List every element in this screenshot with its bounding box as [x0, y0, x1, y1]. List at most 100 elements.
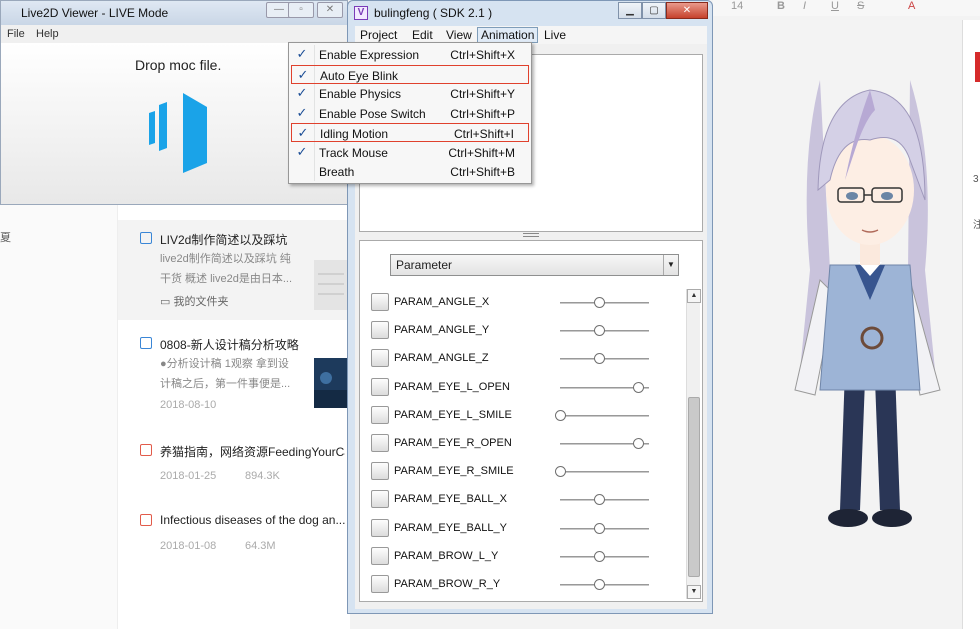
parameter-dropdown[interactable]: Parameter ▼	[390, 254, 679, 276]
parameter-slider[interactable]	[560, 471, 649, 474]
slider-knob[interactable]	[594, 550, 605, 562]
menu-item-label: Auto Eye Blink	[320, 68, 399, 83]
menu-item-label: Track Mouse	[319, 145, 388, 160]
parameter-slider[interactable]	[560, 414, 649, 417]
note-sidebar: 夏	[0, 205, 118, 629]
list-item[interactable]: 养猫指南，网络资源FeedingYourCat... 2018-01-25 89…	[118, 430, 350, 500]
parameter-checkbox[interactable]	[371, 546, 389, 565]
slider-knob[interactable]	[555, 409, 566, 421]
scroll-up-icon[interactable]: ▲	[687, 289, 701, 303]
checkmark-icon: ✓	[297, 125, 309, 140]
parameter-label: PARAM_EYE_R_OPEN	[394, 437, 512, 449]
viewer-title: Live2D Viewer - LIVE Mode	[21, 6, 169, 20]
checkmark-icon: ✓	[297, 66, 309, 82]
parameter-scrollbar[interactable]: ▲ ▼	[686, 289, 701, 599]
slider-knob[interactable]	[594, 325, 605, 337]
bold-button[interactable]: B	[777, 0, 785, 12]
maximize-button[interactable]: ▢	[642, 2, 666, 19]
parameter-checkbox[interactable]	[371, 349, 389, 368]
list-item[interactable]: 0808-新人设计稿分析攻略 ●分析设计稿 1观察 拿到设 计稿之后，第一件事便…	[118, 325, 350, 425]
menu-item-auto-eye-blink[interactable]: ✓ Auto Eye Blink	[291, 64, 529, 84]
viewer-titlebar: Live2D Viewer - LIVE Mode — ▫ ✕	[1, 1, 347, 25]
menu-item-enable-pose-switch[interactable]: ✓ Enable Pose Switch Ctrl+Shift+P	[291, 104, 529, 123]
doc-snippet: live2d制作简述以及踩坑 纯	[160, 253, 291, 265]
menu-view[interactable]: View	[443, 28, 475, 42]
menu-animation[interactable]: Animation	[477, 27, 539, 43]
sdk-title: bulingfeng ( SDK 2.1 )	[374, 6, 493, 20]
parameter-checkbox[interactable]	[371, 293, 389, 311]
parameter-label: PARAM_EYE_BALL_X	[394, 493, 507, 506]
parameter-checkbox[interactable]	[371, 377, 389, 396]
parameter-row: PARAM_ANGLE_X	[360, 293, 682, 321]
parameter-label: PARAM_ANGLE_X	[394, 296, 490, 308]
checkmark-icon: ✓	[296, 104, 308, 120]
list-item[interactable]: Infectious diseases of the dog an... 201…	[118, 500, 350, 570]
font-size-field[interactable]: 14	[731, 0, 743, 12]
list-item[interactable]: LIV2d制作简述以及踩坑 live2d制作简述以及踩坑 纯 干货 概述 liv…	[118, 220, 350, 320]
underline-button[interactable]: U	[831, 0, 839, 12]
doc-title: 养猫指南，网络资源FeedingYourCat...	[160, 445, 345, 459]
parameter-row: PARAM_BROW_R_Y	[360, 575, 682, 603]
menu-live[interactable]: Live	[541, 28, 569, 42]
menu-item-shortcut: Ctrl+Shift+Y	[450, 87, 515, 101]
strike-button[interactable]: S	[857, 0, 864, 12]
menu-item-label: Enable Physics	[319, 87, 402, 101]
close-button[interactable]: ✕	[317, 2, 343, 18]
parameter-checkbox[interactable]	[371, 518, 389, 537]
chevron-down-icon[interactable]: ▼	[663, 255, 678, 275]
doc-title: 0808-新人设计稿分析攻略	[160, 338, 299, 352]
doc-snippet: 干货 概述 live2d是由日本...	[160, 273, 293, 285]
parameter-checkbox[interactable]	[371, 462, 389, 481]
parameter-row: PARAM_EYE_BALL_X	[360, 490, 682, 518]
minimize-button[interactable]: ▁	[618, 2, 642, 19]
slider-knob[interactable]	[633, 438, 644, 449]
doc-icon	[140, 337, 152, 349]
doc-snippet: ●分析设计稿 1观察 拿到设	[160, 358, 289, 370]
slider-knob[interactable]	[594, 353, 605, 365]
parameter-checkbox[interactable]	[371, 575, 389, 593]
font-color-button[interactable]: A	[908, 0, 915, 12]
close-button[interactable]: ✕	[666, 2, 708, 19]
slider-knob[interactable]	[555, 466, 566, 478]
scroll-thumb[interactable]	[688, 397, 700, 577]
menu-item-idling-motion[interactable]: ✓ Idling Motion Ctrl+Shift+I	[291, 123, 529, 142]
parameter-row: PARAM_EYE_L_SMILE	[360, 405, 682, 434]
parameter-label: PARAM_BROW_R_Y	[394, 578, 501, 590]
parameter-panel: Parameter ▼ PARAM_ANGLE_X PARAM_ANGLE_Y PA…	[359, 240, 703, 602]
italic-button[interactable]: I	[803, 0, 806, 12]
menu-project[interactable]: Project	[357, 28, 400, 42]
menu-item-enable-expression[interactable]: ✓ Enable Expression Ctrl+Shift+X	[291, 45, 529, 64]
menu-item-breath[interactable]: Breath Ctrl+Shift+B	[291, 162, 529, 181]
slider-knob[interactable]	[594, 579, 605, 590]
slider-knob[interactable]	[594, 522, 605, 534]
editor-page: 3 注	[962, 20, 980, 629]
viewer-menubar: File Help	[1, 25, 347, 43]
parameter-checkbox[interactable]	[371, 490, 389, 509]
slider-knob[interactable]	[594, 297, 605, 308]
slider-knob[interactable]	[594, 494, 605, 506]
menu-item-track-mouse[interactable]: ✓ Track Mouse Ctrl+Shift+M	[291, 143, 529, 162]
parameter-label: PARAM_EYE_BALL_Y	[394, 521, 507, 534]
menu-item-label: Enable Expression	[319, 48, 420, 62]
splitter-handle[interactable]	[523, 233, 539, 237]
slider-knob[interactable]	[633, 381, 644, 393]
menu-file[interactable]: File	[7, 28, 25, 40]
doc-date: 2018-01-25	[160, 470, 217, 482]
menu-edit[interactable]: Edit	[409, 28, 436, 42]
parameter-checkbox[interactable]	[371, 434, 389, 452]
menu-item-enable-physics[interactable]: ✓ Enable Physics Ctrl+Shift+Y	[291, 84, 529, 103]
editor-toolbar: 14 B I U S A	[713, 0, 980, 16]
parameter-checkbox[interactable]	[371, 321, 389, 340]
parameter-label: PARAM_ANGLE_Y	[394, 324, 490, 337]
parameter-label: PARAM_EYE_L_OPEN	[394, 380, 510, 393]
parameter-row: PARAM_EYE_L_OPEN	[360, 377, 682, 406]
drop-hint: Drop moc file.	[135, 57, 222, 73]
menu-help[interactable]: Help	[36, 28, 59, 40]
scroll-down-icon[interactable]: ▼	[687, 585, 701, 599]
page-marker	[975, 52, 980, 82]
parameter-checkbox[interactable]	[371, 405, 389, 424]
pdf-icon	[140, 514, 152, 526]
menu-item-shortcut: Ctrl+Shift+B	[450, 165, 515, 179]
maximize-button[interactable]: ▫	[288, 2, 314, 18]
doc-title: LIV2d制作简述以及踩坑	[160, 233, 288, 247]
